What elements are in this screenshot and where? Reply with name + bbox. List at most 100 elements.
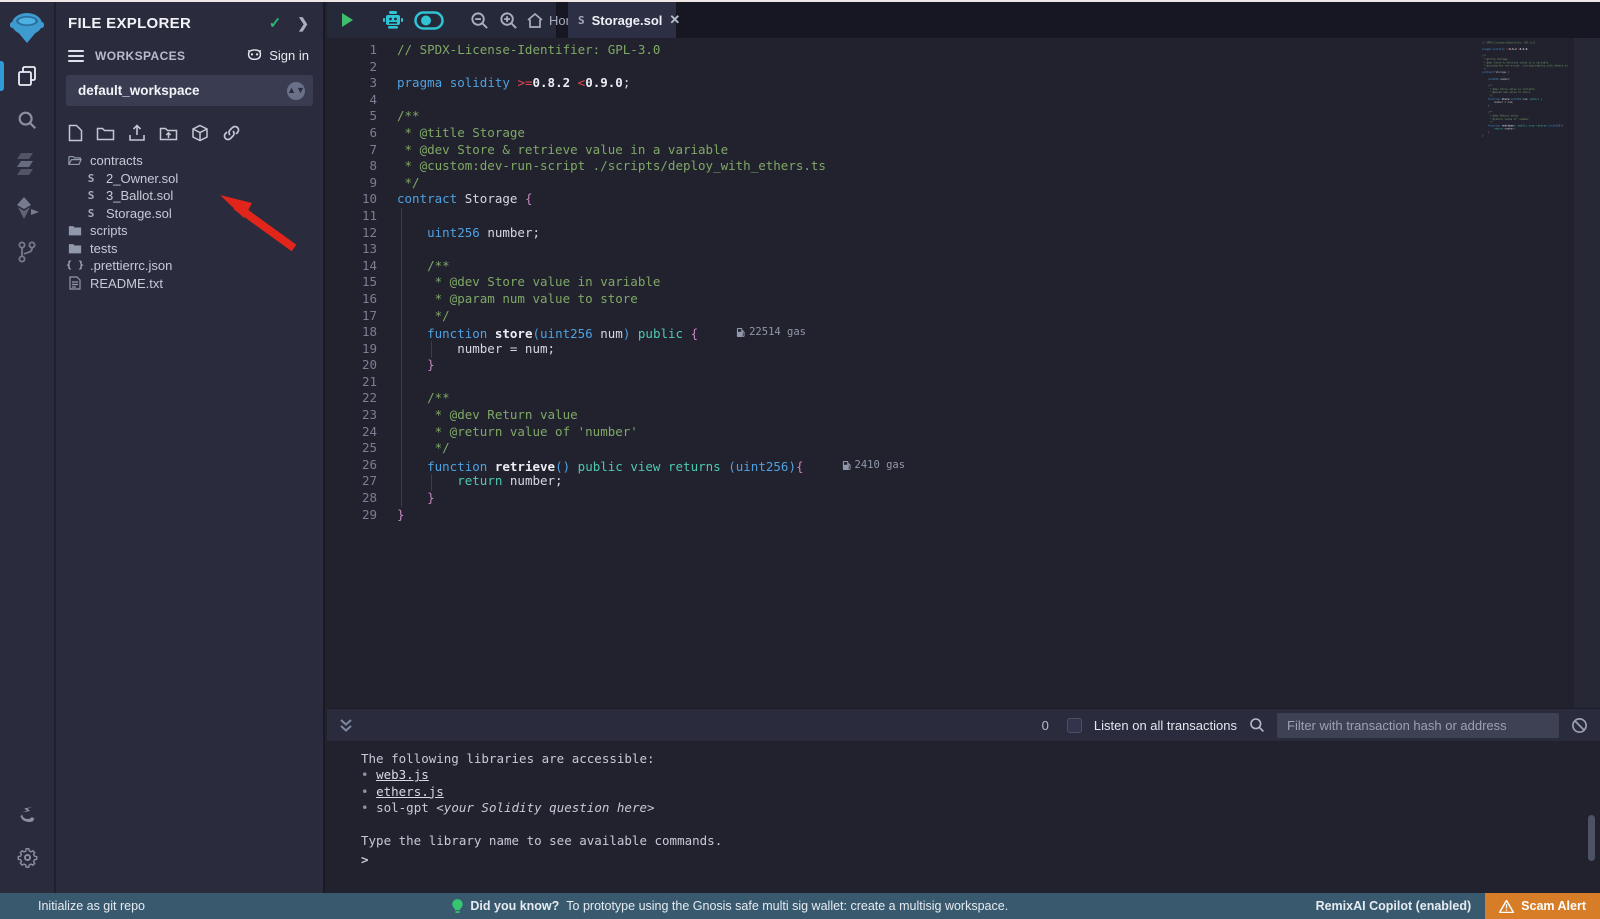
code-line[interactable]: 3pragma solidity >=0.8.2 <0.9.0; bbox=[327, 75, 1545, 92]
code-line[interactable]: 16 * @param num value to store bbox=[327, 291, 1545, 308]
code-line[interactable]: 25 */ bbox=[327, 440, 1545, 457]
code-line[interactable]: 4 bbox=[327, 92, 1545, 109]
copilot-status[interactable]: RemixAI Copilot (enabled) bbox=[1316, 899, 1472, 913]
run-script-button[interactable] bbox=[333, 11, 361, 29]
tree-item-label: 2_Owner.sol bbox=[106, 171, 178, 186]
code-line[interactable]: 10contract Storage { bbox=[327, 191, 1545, 208]
copilot-toggle[interactable] bbox=[409, 11, 449, 30]
side-panel-file-explorer: FILE EXPLORER ✓ ❯ WORKSPACES Sign in def… bbox=[56, 2, 325, 893]
folder-closed-icon bbox=[68, 242, 82, 255]
upload-folder-icon[interactable] bbox=[159, 124, 178, 142]
tab-close-icon[interactable]: ✕ bbox=[669, 12, 680, 28]
code-line[interactable]: 29} bbox=[327, 507, 1545, 524]
code-line[interactable]: 22 /** bbox=[327, 390, 1545, 407]
toggle-icon bbox=[414, 11, 444, 30]
code-line[interactable]: 20 } bbox=[327, 357, 1545, 374]
line-number: 8 bbox=[327, 158, 377, 175]
tab-storage-sol[interactable]: S Storage.sol ✕ bbox=[568, 2, 676, 38]
code-line[interactable]: 12 uint256 number; bbox=[327, 225, 1545, 242]
code-line[interactable]: 24 * @return value of 'number' bbox=[327, 424, 1545, 441]
sidebar-item-settings[interactable] bbox=[0, 835, 54, 879]
sidebar-item-deploy-run[interactable] bbox=[0, 186, 54, 230]
code-line[interactable]: 23 * @dev Return value bbox=[327, 407, 1545, 424]
code-line[interactable]: 28 } bbox=[327, 490, 1545, 507]
line-content: // SPDX-License-Identifier: GPL-3.0 bbox=[397, 42, 660, 59]
code-line[interactable]: 15 * @dev Store value in variable bbox=[327, 274, 1545, 291]
remix-logo[interactable] bbox=[0, 2, 54, 54]
code-line[interactable]: 13 bbox=[327, 241, 1545, 258]
editor-minimap[interactable]: 1// SPDX-License-Identifier: GPL-3.023pr… bbox=[1478, 41, 1572, 171]
terminal-link[interactable]: ethers.js bbox=[376, 784, 444, 799]
tree-item-2-owner-sol[interactable]: S2_Owner.sol bbox=[56, 170, 323, 188]
line-content: } bbox=[1482, 104, 1490, 107]
scam-alert-button[interactable]: Scam Alert bbox=[1485, 893, 1600, 919]
tree-item-tests[interactable]: tests bbox=[56, 240, 323, 258]
cube-icon[interactable] bbox=[191, 124, 209, 142]
tree-item-3-ballot-sol[interactable]: S3_Ballot.sol bbox=[56, 187, 323, 205]
tree-item-readme-txt[interactable]: README.txt bbox=[56, 275, 323, 293]
tree-item-scripts[interactable]: scripts bbox=[56, 222, 323, 240]
chevron-right-icon[interactable]: ❯ bbox=[297, 15, 309, 32]
editor-toolbar: Home bbox=[327, 2, 557, 38]
workspace-select[interactable]: default_workspace ▲▼ bbox=[66, 75, 313, 106]
code-line[interactable]: 9 */ bbox=[327, 175, 1545, 192]
terminal[interactable]: The following libraries are accessible:•… bbox=[327, 741, 1600, 893]
code-line[interactable]: 29} bbox=[1478, 134, 1572, 137]
code-line[interactable]: 17 */ bbox=[327, 308, 1545, 325]
code-line[interactable]: 6 * @title Storage bbox=[327, 125, 1545, 142]
code-line[interactable]: 21 bbox=[327, 374, 1545, 391]
code-line[interactable]: 27 return number; bbox=[327, 473, 1545, 490]
code-line[interactable]: 26 function retrieve() public view retur… bbox=[327, 457, 1545, 474]
tab-label: Storage.sol bbox=[592, 13, 663, 28]
sidebar-item-plugin-manager[interactable] bbox=[0, 791, 54, 835]
sidebar-item-file-explorer[interactable] bbox=[0, 54, 54, 98]
code-line[interactable]: 18 function store(uint256 num) public {2… bbox=[327, 324, 1545, 341]
zoom-in-icon[interactable] bbox=[494, 11, 523, 30]
git-init-button[interactable]: Initialize as git repo bbox=[0, 899, 145, 913]
line-number: 27 bbox=[327, 473, 377, 490]
code-line[interactable]: 1// SPDX-License-Identifier: GPL-3.0 bbox=[327, 42, 1545, 59]
link-icon[interactable] bbox=[222, 124, 241, 142]
github-icon bbox=[246, 48, 263, 63]
terminal-link[interactable]: web3.js bbox=[376, 767, 429, 782]
terminal-prompt[interactable]: > bbox=[361, 852, 369, 867]
sidebar-item-solidity-compiler[interactable] bbox=[0, 142, 54, 186]
terminal-scrollbar-thumb[interactable] bbox=[1588, 815, 1595, 861]
code-line[interactable]: 2 bbox=[327, 59, 1545, 76]
editor-scrollbar[interactable] bbox=[1574, 38, 1600, 708]
ai-copilot-button[interactable] bbox=[377, 10, 409, 30]
line-content: } bbox=[397, 490, 435, 507]
terminal-collapse-button[interactable] bbox=[339, 718, 353, 733]
line-content: * @dev Store value in variable bbox=[397, 274, 660, 291]
code-line[interactable]: 5/** bbox=[327, 108, 1545, 125]
code-line[interactable]: 8 * @custom:dev-run-script ./scripts/dep… bbox=[1478, 64, 1572, 67]
workspaces-menu-icon[interactable] bbox=[68, 50, 84, 62]
terminal-text: Type the library name to see available c… bbox=[361, 833, 722, 848]
sign-in-button[interactable]: Sign in bbox=[246, 48, 309, 63]
line-content: */ bbox=[397, 440, 450, 457]
line-number: 22 bbox=[327, 390, 377, 407]
upload-file-icon[interactable] bbox=[128, 124, 146, 142]
line-content: * @return value of 'number' bbox=[397, 424, 638, 441]
line-content: * @param num value to store bbox=[397, 291, 638, 308]
ban-icon[interactable] bbox=[1571, 717, 1588, 734]
listen-transactions-checkbox[interactable] bbox=[1067, 718, 1082, 733]
file-explorer-icon bbox=[15, 64, 39, 88]
new-folder-icon[interactable] bbox=[96, 124, 115, 142]
line-content: function store(uint256 num) public {2251… bbox=[397, 324, 806, 341]
code-line[interactable]: 7 * @dev Store & retrieve value in a var… bbox=[327, 142, 1545, 159]
new-file-icon[interactable] bbox=[68, 124, 83, 142]
tree-item-contracts[interactable]: contracts bbox=[56, 152, 323, 170]
magnifier-icon bbox=[1249, 717, 1265, 733]
code-line[interactable]: 14 /** bbox=[327, 258, 1545, 275]
code-line[interactable]: 19 number = num; bbox=[327, 341, 1545, 358]
code-line[interactable]: 11 bbox=[327, 208, 1545, 225]
tree-item--prettierrc-json[interactable]: { }.prettierrc.json bbox=[56, 257, 323, 275]
tree-item-storage-sol[interactable]: SStorage.sol bbox=[56, 205, 323, 223]
transaction-filter-input[interactable] bbox=[1277, 713, 1559, 738]
sidebar-item-git[interactable] bbox=[0, 230, 54, 274]
zoom-out-icon[interactable] bbox=[465, 11, 494, 30]
code-editor[interactable]: 1// SPDX-License-Identifier: GPL-3.023pr… bbox=[327, 38, 1600, 708]
sidebar-item-search[interactable] bbox=[0, 98, 54, 142]
code-line[interactable]: 8 * @custom:dev-run-script ./scripts/dep… bbox=[327, 158, 1545, 175]
